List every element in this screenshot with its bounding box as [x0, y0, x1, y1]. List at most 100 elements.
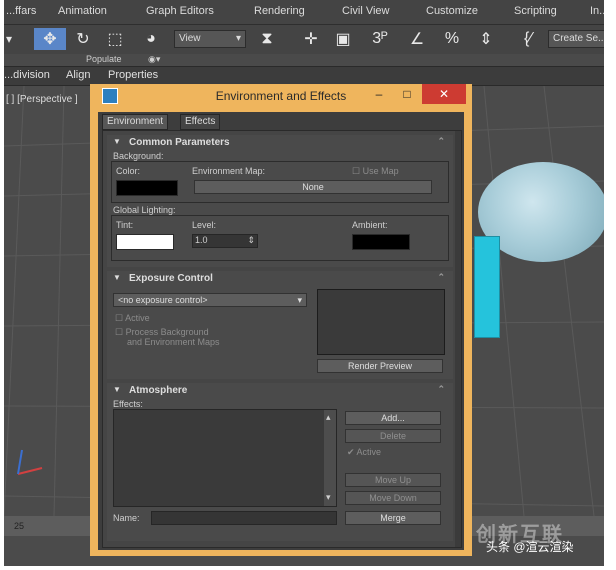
background-label: Background: [113, 151, 164, 161]
edit-named-selection-icon[interactable]: {∕ [516, 28, 540, 50]
rollout-common-parameters: ▼ Common Parameters ⌃ Background: Color:… [107, 135, 453, 267]
tint-color-swatch[interactable] [116, 234, 174, 250]
axis-tripod-icon [17, 449, 43, 475]
environment-map-label: Environment Map: [192, 166, 266, 176]
exposure-active-label: Active [125, 313, 150, 323]
menu-item-effects[interactable]: ...ffars [6, 5, 36, 17]
background-group: Color: Environment Map: ☐ Use Map None [111, 161, 449, 203]
ribbon-tab-align[interactable]: Align [66, 69, 90, 81]
atmosphere-active-label: Active [356, 447, 382, 457]
render-preview-button[interactable]: Render Preview [317, 359, 443, 373]
effects-listbox[interactable]: ▴ ▾ [113, 409, 337, 507]
tab-environment[interactable]: Environment [102, 114, 169, 130]
reference-coordinate-value: View [179, 33, 201, 44]
move-up-button[interactable]: Move Up [345, 473, 441, 487]
global-lighting-group: Tint: Level: 1.0 ⇕ Ambient: [111, 215, 449, 261]
ribbon-populate-label: Populate [86, 54, 122, 64]
rotate-tool-icon[interactable]: ↻ [72, 28, 94, 50]
effects-scrollbar[interactable]: ▴ ▾ [324, 410, 336, 506]
rollout-title: Common Parameters [129, 137, 230, 148]
tint-label: Tint: [116, 220, 134, 230]
name-label: Name: [113, 513, 140, 523]
dialog-body: Environment Effects ▼ Common Parameters … [98, 112, 464, 550]
rollout-title: Atmosphere [129, 385, 188, 396]
scale-tool-icon[interactable]: ⬚ [104, 28, 126, 50]
rollout-header-atmosphere[interactable]: ▼ Atmosphere ⌃ [107, 383, 453, 399]
select-region-icon[interactable]: ▾ [4, 28, 14, 50]
exposure-control-dropdown[interactable]: <no exposure control> ▾ [113, 293, 307, 307]
percent-snap-icon[interactable]: % [440, 28, 464, 50]
ambient-color-swatch[interactable] [352, 234, 410, 250]
chevron-down-icon: ▾ [297, 295, 302, 305]
ribbon-label-row: Populate ◉▾ [4, 54, 604, 66]
menu-bar: ...ffars Animation Graph Editors Renderi… [4, 0, 604, 24]
rollout-header-common-parameters[interactable]: ▼ Common Parameters ⌃ [107, 135, 453, 151]
menu-item-graph-editors[interactable]: Graph Editors [146, 5, 214, 17]
menu-item-civil-view[interactable]: Civil View [342, 5, 389, 17]
process-background-label-2: and Environment Maps [127, 337, 220, 347]
rollout-header-exposure-control[interactable]: ▼ Exposure Control ⌃ [107, 271, 453, 287]
angle-snap-icon[interactable]: ∠ [404, 28, 430, 50]
ribbon-tab-subdivision[interactable]: ...division [4, 69, 50, 81]
named-selection-value: Create Se... [553, 33, 604, 44]
spinner-arrows-icon: ⇕ [247, 235, 255, 245]
collapse-triangle-icon: ▼ [113, 385, 121, 394]
level-label: Level: [192, 220, 217, 230]
process-background-label: Process Background [125, 327, 209, 337]
chevron-down-icon: ▾ [235, 33, 241, 44]
background-color-swatch[interactable] [116, 180, 178, 196]
box-object[interactable] [474, 236, 500, 338]
effect-name-field[interactable] [151, 511, 337, 525]
exposure-control-value: <no exposure control> [118, 295, 208, 305]
ribbon-tab-properties[interactable]: Properties [108, 69, 158, 81]
delete-effect-button[interactable]: Delete [345, 429, 441, 443]
rollout-exposure-control: ▼ Exposure Control ⌃ <no exposure contro… [107, 271, 453, 379]
ribbon-options-icon[interactable]: ◉▾ [148, 54, 160, 65]
watermark-credit: 头条 @渲云渲染 [486, 540, 574, 554]
color-label: Color: [116, 166, 141, 176]
move-tool-icon[interactable]: ✥ [34, 28, 66, 50]
atmosphere-active-checkbox[interactable]: ✔ Active [347, 447, 381, 458]
menu-item-animation[interactable]: Animation [58, 5, 107, 17]
pivot-center-icon[interactable]: ⧗ [254, 28, 280, 50]
main-toolbar: ▾ ✥ ↻ ⬚ ◕ View ▾ ⧗ ✛ ▣ 3ᴾ ∠ % ⇕ {∕ Create… [4, 24, 604, 55]
reference-coordinate-dropdown[interactable]: View ▾ [174, 30, 246, 48]
move-down-button[interactable]: Move Down [345, 491, 441, 505]
snap-toggle-icon[interactable]: 3ᴾ [366, 28, 394, 50]
menu-item-rendering[interactable]: Rendering [254, 5, 305, 17]
minimize-button[interactable]: – [366, 84, 392, 104]
merge-button[interactable]: Merge [345, 511, 441, 525]
tab-effects[interactable]: Effects [180, 114, 221, 130]
close-button[interactable]: ✕ [422, 84, 466, 104]
rollout-chevron-icon: ⌃ [437, 384, 445, 394]
menu-item-more[interactable]: In... [590, 5, 604, 17]
use-map-checkbox[interactable]: ☐ Use Map [352, 166, 399, 177]
rollout-title: Exposure Control [129, 273, 213, 284]
ruler-tick-label: 25 [14, 521, 25, 531]
add-effect-button[interactable]: Add... [345, 411, 441, 425]
named-selection-dropdown[interactable]: Create Se... [548, 30, 604, 48]
select-place-icon[interactable]: ◕ [138, 28, 164, 50]
scroll-up-icon[interactable]: ▴ [326, 412, 331, 423]
environment-effects-dialog: Environment and Effects – □ ✕ Environmen… [90, 84, 472, 556]
exposure-preview-window [317, 289, 445, 355]
scroll-down-icon[interactable]: ▾ [326, 492, 331, 503]
select-manipulate-icon[interactable]: ✛ [300, 28, 322, 50]
menu-item-customize[interactable]: Customize [426, 5, 478, 17]
use-map-label: Use Map [362, 166, 399, 176]
exposure-active-checkbox[interactable]: ☐ Active [115, 313, 150, 324]
spinner-snap-icon[interactable]: ⇕ [474, 28, 498, 50]
dialog-title-bar[interactable]: Environment and Effects – □ ✕ [90, 84, 472, 108]
dialog-scrollbar[interactable] [455, 131, 461, 547]
keyboard-shortcut-toggle-icon[interactable]: ▣ [330, 28, 356, 50]
menu-item-scripting[interactable]: Scripting [514, 5, 557, 17]
collapse-triangle-icon: ▼ [113, 273, 121, 282]
viewport-label[interactable]: [ ] [Perspective ] [6, 94, 78, 105]
ribbon-tabs: ...division Align Properties [4, 66, 604, 86]
level-value: 1.0 [195, 235, 208, 245]
maximize-button[interactable]: □ [394, 84, 420, 104]
level-spinner[interactable]: 1.0 ⇕ [192, 234, 258, 248]
environment-map-button[interactable]: None [194, 180, 432, 194]
rollout-atmosphere: ▼ Atmosphere ⌃ Effects: ▴ ▾ Add... Delet… [107, 383, 453, 541]
collapse-triangle-icon: ▼ [113, 137, 121, 146]
